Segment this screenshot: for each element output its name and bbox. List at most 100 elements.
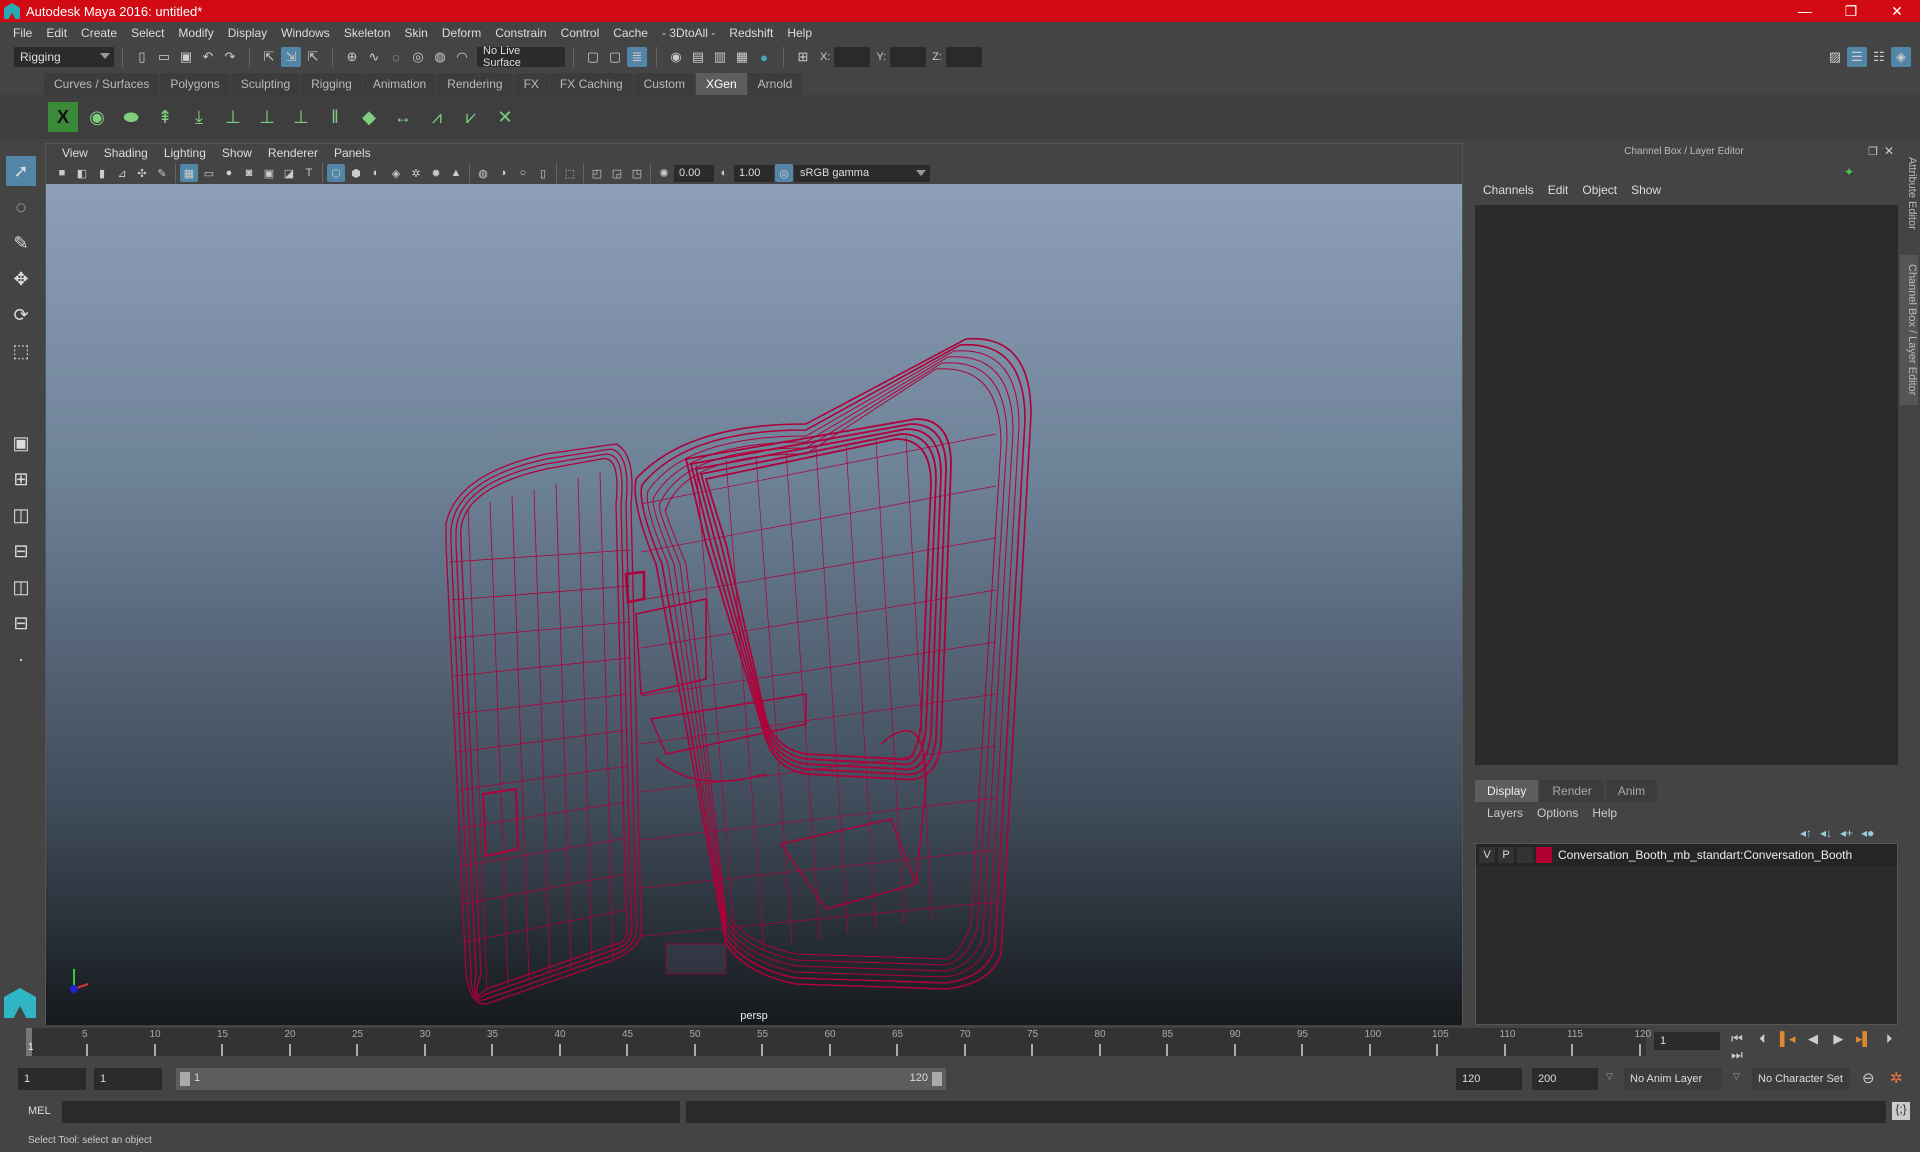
- menu-windows[interactable]: Windows: [274, 26, 337, 40]
- channel-menu-edit[interactable]: Edit: [1541, 183, 1576, 197]
- character-set-dropdown[interactable]: No Character Set: [1752, 1068, 1850, 1090]
- exposure-field[interactable]: 0.00: [674, 164, 714, 182]
- anim-layer-dropdown[interactable]: No Anim Layer: [1624, 1068, 1722, 1090]
- field-chart-icon[interactable]: ▣: [260, 164, 278, 182]
- range-bar[interactable]: 1 120: [176, 1068, 946, 1090]
- snap-point-icon[interactable]: ◌: [386, 47, 406, 67]
- input-ops-icon[interactable]: ▢: [583, 47, 603, 67]
- xgen-lock-guides-icon[interactable]: ⊥: [286, 102, 316, 132]
- gamma-icon[interactable]: ◐: [715, 164, 733, 182]
- shadows-icon[interactable]: ▲: [447, 164, 465, 182]
- lights-icon[interactable]: ✹: [427, 164, 445, 182]
- antialias-icon[interactable]: ○: [514, 164, 532, 182]
- tool-settings-icon[interactable]: ☷: [1869, 47, 1889, 67]
- play-forwards-icon[interactable]: ▶: [1829, 1031, 1847, 1047]
- snap-view-icon[interactable]: ◎: [408, 47, 428, 67]
- anim-prefs-icon[interactable]: ✲: [1890, 1069, 1903, 1087]
- modeling-toolkit-icon[interactable]: ▨: [1825, 47, 1845, 67]
- paint-select-tool-icon[interactable]: ✎: [6, 228, 36, 258]
- snap-grid-icon[interactable]: ⊕: [342, 47, 362, 67]
- layout-four-icon[interactable]: ⊞: [6, 464, 36, 494]
- ambient-occlusion-icon[interactable]: ◍: [474, 164, 492, 182]
- xgen-editor-icon[interactable]: X: [48, 102, 78, 132]
- exposure-icon[interactable]: ✺: [655, 164, 673, 182]
- layout-graph-icon[interactable]: ⊟: [6, 536, 36, 566]
- new-layer-icon[interactable]: ◂+: [1840, 826, 1853, 840]
- xray-active-icon[interactable]: ◲: [608, 164, 626, 182]
- viewport-canvas[interactable]: persp: [46, 184, 1462, 1026]
- xgen-clear-preview-icon[interactable]: ⬬: [116, 102, 146, 132]
- move-tool-icon[interactable]: ✥: [6, 264, 36, 294]
- command-input[interactable]: [62, 1101, 680, 1123]
- menu-redshift[interactable]: Redshift: [722, 26, 780, 40]
- shelf-tab-rigging[interactable]: Rigging: [301, 73, 362, 95]
- shelf-tab-rendering[interactable]: Rendering: [437, 73, 513, 95]
- shelf-tab-custom[interactable]: Custom: [633, 73, 695, 95]
- shelf-tab-polygons[interactable]: Polygons: [160, 73, 230, 95]
- playback-start-field[interactable]: 1: [94, 1068, 162, 1090]
- snap-surface-icon[interactable]: ◍: [430, 47, 450, 67]
- channel-box-area[interactable]: [1475, 205, 1898, 765]
- xray-joints-icon[interactable]: ◰: [588, 164, 606, 182]
- layer-row[interactable]: V P Conversation_Booth_mb_standart:Conve…: [1476, 844, 1897, 866]
- play-backwards-icon[interactable]: ◀: [1804, 1031, 1822, 1047]
- default-material-icon[interactable]: ◐: [367, 164, 385, 182]
- xgen-place-guide-icon[interactable]: ⤓: [184, 102, 214, 132]
- lasso-tool-icon[interactable]: ◌: [6, 192, 36, 222]
- xgen-length-icon[interactable]: ↔: [388, 102, 418, 132]
- xray-icon[interactable]: ✲: [407, 164, 425, 182]
- camera-attr-icon[interactable]: ◧: [73, 164, 91, 182]
- bookmark-icon[interactable]: ▮: [93, 164, 111, 182]
- end-time-field[interactable]: 200: [1532, 1068, 1598, 1090]
- open-scene-icon[interactable]: ▭: [154, 47, 174, 67]
- go-to-end-icon[interactable]: ⏭: [1728, 1047, 1746, 1063]
- color-management-icon[interactable]: ◎: [775, 164, 793, 182]
- layout-outliner-icon[interactable]: ◫: [6, 500, 36, 530]
- xgen-layers-icon[interactable]: ◆: [354, 102, 384, 132]
- layer-display-type[interactable]: [1517, 847, 1533, 863]
- maximize-button[interactable]: ❐: [1828, 0, 1874, 22]
- scale-tool-icon[interactable]: ⬚: [6, 336, 36, 366]
- close-panel-icon[interactable]: ✕: [1884, 144, 1894, 158]
- start-time-field[interactable]: 1: [18, 1068, 86, 1090]
- range-start-handle[interactable]: [180, 1072, 190, 1086]
- motion-blur-icon[interactable]: ◑: [494, 164, 512, 182]
- time-slider-bar[interactable]: 1 5 10 15 20 25 30 35 40 45 50 55 60 65 70 75 80 85 90 95 1…: [26, 1028, 1651, 1056]
- y-field[interactable]: [890, 47, 927, 67]
- gate-mask-icon[interactable]: ◙: [240, 164, 258, 182]
- shelf-tab-animation[interactable]: Animation: [362, 73, 437, 95]
- shelf-tab-fx[interactable]: FX: [513, 73, 549, 95]
- live-surface-field[interactable]: No Live Surface: [477, 45, 565, 69]
- undo-icon[interactable]: ↶: [198, 47, 218, 67]
- layer-tab-display[interactable]: Display: [1475, 780, 1539, 802]
- attribute-editor-tab[interactable]: Attribute Editor: [1900, 153, 1918, 233]
- layer-visibility-toggle[interactable]: V: [1479, 847, 1495, 863]
- layout-hypershade-icon[interactable]: ◫: [6, 572, 36, 602]
- menu-file[interactable]: File: [6, 26, 39, 40]
- go-to-start-icon[interactable]: ⏮: [1728, 1031, 1746, 1047]
- menu-help[interactable]: Help: [780, 26, 819, 40]
- z-field[interactable]: [945, 47, 982, 67]
- layer-menu-help[interactable]: Help: [1585, 806, 1624, 820]
- shelf-tab-curves-surfaces[interactable]: Curves / Surfaces: [44, 73, 160, 95]
- current-frame-field[interactable]: 1: [1654, 1032, 1720, 1050]
- xgen-select-icon[interactable]: ⩘: [422, 102, 452, 132]
- attribute-editor-toggle-icon[interactable]: ☰: [1847, 47, 1867, 67]
- shelf-tab-xgen[interactable]: XGen: [695, 73, 747, 95]
- mel-label[interactable]: MEL: [28, 1105, 51, 1117]
- menu-select[interactable]: Select: [124, 26, 171, 40]
- output-ops-icon[interactable]: ▢: [605, 47, 625, 67]
- snap-live-icon[interactable]: ◠: [452, 47, 472, 67]
- construction-history-icon[interactable]: ≣: [627, 47, 647, 67]
- xgen-add-icon[interactable]: ⊥: [218, 102, 248, 132]
- transform-input-icon[interactable]: ⊞: [793, 47, 813, 67]
- step-forward-key-icon[interactable]: ▸▌: [1855, 1031, 1873, 1047]
- menu-3dtoall[interactable]: - 3DtoAll -: [655, 26, 722, 40]
- layer-menu-options[interactable]: Options: [1530, 806, 1585, 820]
- 2d-pan-icon[interactable]: ✣: [133, 164, 151, 182]
- xgen-split-icon[interactable]: ‖: [320, 102, 350, 132]
- shelf-tab-fx-caching[interactable]: FX Caching: [549, 73, 633, 95]
- step-back-frame-icon[interactable]: ⏴: [1753, 1031, 1771, 1047]
- redo-icon[interactable]: ↷: [220, 47, 240, 67]
- hypershade-icon[interactable]: ●: [754, 47, 774, 67]
